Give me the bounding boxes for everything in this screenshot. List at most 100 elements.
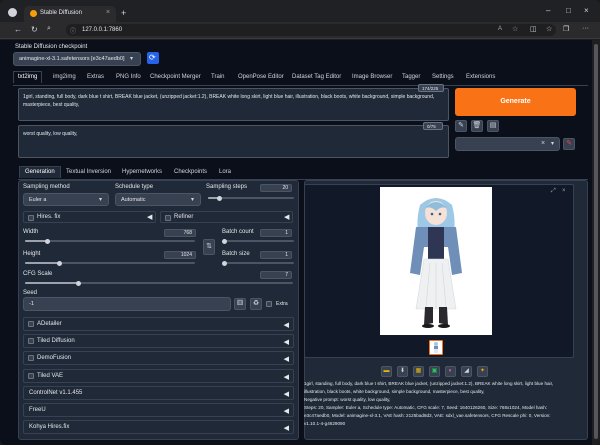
tab-image-browser[interactable]: Image Browser — [352, 74, 392, 80]
collapse-triangle-icon: ◀ — [283, 356, 289, 363]
generate-label: Generate — [500, 98, 531, 105]
subtab-hypernetworks[interactable]: Hypernetworks — [122, 169, 162, 175]
freeu-accordion[interactable]: FreeU ◀ — [23, 403, 294, 417]
trash-icon[interactable]: 🗑 — [471, 120, 483, 132]
send-to-inpaint-icon[interactable]: ◐ — [445, 366, 456, 377]
save-icon[interactable]: ⬇ — [397, 366, 408, 377]
sampling-method-dropdown[interactable]: Euler a ▾ — [23, 193, 109, 206]
batch-count-input[interactable]: 1 — [260, 229, 292, 237]
cfg-scale-input[interactable]: 7 — [260, 271, 292, 279]
tab-txt2img[interactable]: txt2img — [13, 71, 43, 83]
back-icon[interactable]: ← — [14, 25, 22, 34]
swap-dimensions-button[interactable]: ⇅ — [203, 239, 215, 255]
generate-button[interactable]: Generate — [455, 88, 576, 116]
tiled-diffusion-checkbox[interactable] — [28, 338, 34, 344]
tab-extras[interactable]: Extras — [87, 74, 104, 80]
gallery-thumbnail[interactable] — [429, 340, 443, 355]
minimize-icon[interactable]: – — [546, 6, 550, 15]
kohya-hires-fix-accordion[interactable]: Kohya Hires.fix ◀ — [23, 420, 294, 434]
site-info-icon[interactable]: ⓘ — [70, 26, 76, 35]
tiled-vae-checkbox[interactable] — [28, 373, 34, 379]
hires-fix-accordion[interactable]: Hires. fix ◀ — [23, 211, 156, 223]
read-aloud-icon[interactable]: A — [498, 26, 502, 32]
refresh-checkpoint-button[interactable]: ⟳ — [147, 52, 159, 64]
hires-fix-checkbox[interactable] — [28, 215, 34, 221]
tiled-diffusion-accordion[interactable]: Tiled Diffusion ◀ — [23, 334, 294, 348]
maximize-icon[interactable]: □ — [566, 6, 571, 15]
subtab-textual-inversion[interactable]: Textual Inversion — [66, 169, 111, 175]
sampling-steps-input[interactable]: 20 — [260, 184, 292, 192]
reload-icon[interactable]: ↻ — [31, 25, 38, 34]
close-preview-icon[interactable]: × — [562, 188, 566, 194]
address-input[interactable]: ⓘ 127.0.0.1:7860 A ☆ — [66, 24, 556, 36]
demofusion-accordion[interactable]: DemoFusion ◀ — [23, 351, 294, 365]
height-slider-handle[interactable] — [56, 260, 62, 266]
edit-styles-button[interactable]: ✎ — [455, 120, 467, 132]
batch-size-slider-handle[interactable] — [221, 260, 227, 266]
controlnet-accordion[interactable]: ControlNet v1.1.455 ◀ — [23, 386, 294, 400]
tab-tagger[interactable]: Tagger — [402, 74, 420, 80]
page-scrollbar-thumb[interactable] — [594, 44, 598, 439]
favorite-star-icon[interactable]: ☆ — [512, 25, 518, 33]
tab-png-info[interactable]: PNG Info — [116, 74, 141, 80]
checkpoint-dropdown[interactable]: animagine-xl-3.1.safetensors [e3c47aedb0… — [13, 52, 141, 66]
refiner-accordion[interactable]: Refiner ◀ — [160, 211, 293, 223]
subtab-generation[interactable]: Generation — [19, 166, 61, 178]
subtab-checkpoints[interactable]: Checkpoints — [174, 169, 207, 175]
random-seed-dice-icon[interactable]: ⚅ — [234, 298, 246, 310]
send-to-extras-icon[interactable]: ◢ — [461, 366, 472, 377]
prompt-textarea[interactable]: 1girl, standing, full body, dark blue t … — [18, 88, 449, 121]
seed-input[interactable]: -1 — [23, 297, 231, 311]
width-slider-handle[interactable] — [44, 238, 50, 244]
adetailer-checkbox[interactable] — [28, 321, 34, 327]
batch-size-input[interactable]: 1 — [260, 251, 292, 259]
tab-close-icon[interactable]: × — [106, 9, 110, 16]
generated-image[interactable] — [380, 187, 492, 335]
negative-prompt-textarea[interactable]: worst quality, low quality, — [18, 125, 449, 158]
tab-openpose-editor[interactable]: OpenPose Editor — [238, 74, 284, 80]
styles-clear-icon[interactable]: × — [541, 140, 545, 147]
height-input[interactable]: 1024 — [164, 251, 196, 259]
open-folder-icon[interactable]: ▬ — [381, 366, 392, 377]
sampling-steps-slider-handle[interactable] — [216, 195, 222, 201]
batch-count-slider[interactable] — [224, 240, 294, 242]
send-to-img2img-icon[interactable]: ▣ — [429, 366, 440, 377]
tab-dataset-tag-editor[interactable]: Dataset Tag Editor — [292, 74, 341, 80]
tab-train[interactable]: Train — [211, 74, 224, 80]
extra-seed-checkbox[interactable] — [266, 301, 272, 307]
profile-avatar[interactable] — [8, 8, 17, 17]
browser-tab[interactable]: Stable Diffusion × — [24, 6, 116, 22]
clipboard-icon[interactable]: ▤ — [487, 120, 499, 132]
subtab-lora[interactable]: Lora — [219, 169, 231, 175]
adetailer-accordion[interactable]: ADetailer ◀ — [23, 317, 294, 331]
schedule-type-dropdown[interactable]: Automatic ▾ — [115, 193, 201, 206]
new-tab-icon[interactable]: + — [121, 8, 126, 18]
top-tabs-underline — [13, 85, 588, 86]
favorites-icon[interactable]: ☆ — [546, 25, 552, 33]
demofusion-checkbox[interactable] — [28, 355, 34, 361]
tab-img2img[interactable]: img2img — [53, 74, 76, 80]
apply-style-button[interactable]: ✎ — [563, 138, 575, 150]
seed-value: -1 — [29, 301, 34, 307]
collections-icon[interactable]: ❐ — [563, 25, 569, 33]
more-menu-icon[interactable]: ··· — [582, 25, 589, 32]
tab-checkpoint-merger[interactable]: Checkpoint Merger — [150, 74, 201, 80]
zip-icon[interactable]: ▦ — [413, 366, 424, 377]
split-screen-icon[interactable]: ◫ — [530, 25, 537, 33]
width-slider[interactable] — [25, 240, 195, 242]
fullscreen-icon[interactable]: ⤢ — [551, 188, 556, 195]
cfg-scale-slider-handle[interactable] — [76, 280, 82, 286]
tiled-vae-accordion[interactable]: Tiled VAE ◀ — [23, 369, 294, 383]
tiled-vae-label: Tiled VAE — [37, 373, 64, 379]
tab-extensions[interactable]: Extensions — [466, 74, 495, 80]
styles-dropdown[interactable]: × ▾ — [455, 137, 560, 151]
reuse-seed-recycle-icon[interactable]: ♻ — [250, 298, 262, 310]
batch-count-slider-handle[interactable] — [221, 238, 227, 244]
upscale-sparkle-icon[interactable]: ✦ — [477, 366, 488, 377]
batch-size-slider[interactable] — [224, 262, 294, 264]
width-input[interactable]: 768 — [164, 229, 196, 237]
tab-settings[interactable]: Settings — [432, 74, 454, 80]
search-icon[interactable]: ⌕ — [47, 25, 51, 33]
close-window-icon[interactable]: × — [584, 6, 589, 15]
refiner-checkbox[interactable] — [165, 215, 171, 221]
